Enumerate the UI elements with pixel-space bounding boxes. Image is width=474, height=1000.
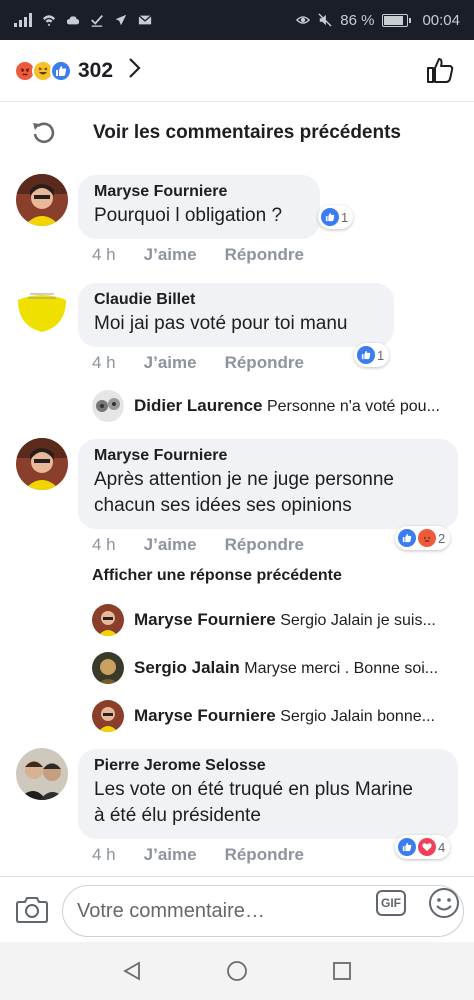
comment-author[interactable]: Pierre Jerome Selosse <box>94 757 442 775</box>
signal-icon <box>14 13 32 27</box>
wifi-icon <box>42 15 56 27</box>
comment-text: Pourquoi l obligation ? <box>94 205 283 226</box>
refresh-icon <box>33 122 55 144</box>
comment-text-line: Après attention je ne juge personne <box>94 469 394 490</box>
reply-snippet: Maryse Fourniere Sergio Jalain bonne... <box>134 706 435 726</box>
reply-button[interactable]: Répondre <box>225 845 304 865</box>
emoji-icon[interactable] <box>428 887 460 919</box>
reply-text: Personne n'a voté pou... <box>266 398 440 415</box>
chevron-right-icon[interactable] <box>127 57 141 85</box>
battery-percent: 86 % <box>340 11 375 29</box>
comment-author[interactable]: Maryse Fourniere <box>94 447 442 465</box>
comment-text-line: chacun ses idées ses opinions <box>94 495 352 516</box>
reaction-count: 302 <box>78 58 114 82</box>
avatar[interactable] <box>92 700 124 732</box>
reply-snippet: Didier Laurence Personne n'a voté pou... <box>134 396 440 416</box>
like-reaction-icon <box>398 529 416 547</box>
like-reaction-icon <box>50 59 72 82</box>
comment-time: 4 h <box>92 245 116 264</box>
comment-actions: 4 h J’aime Répondre <box>92 245 304 265</box>
comment-text: Moi jai pas voté pour toi manu <box>94 313 348 334</box>
like-reaction-icon <box>321 208 339 226</box>
reactions-summary[interactable]: 302 <box>0 40 474 102</box>
comment-bubble[interactable]: Pierre Jerome Selosse Les vote on été tr… <box>78 749 458 839</box>
comment-time: 4 h <box>92 535 116 554</box>
reply-snippet: Maryse Fourniere Sergio Jalain je suis..… <box>134 610 436 630</box>
love-reaction-icon <box>418 838 436 856</box>
angry-reaction-icon <box>418 529 436 547</box>
comment-text-line: à été élu présidente <box>94 805 261 826</box>
avatar[interactable] <box>16 748 68 800</box>
view-previous-comments-label: Voir les commentaires précédents <box>93 122 401 143</box>
like-reaction-icon <box>357 346 375 364</box>
reply-snippet: Sergio Jalain Maryse merci . Bonne soi..… <box>134 658 438 678</box>
status-bar: 86 % 00:04 <box>0 0 474 40</box>
mute-icon <box>318 13 332 27</box>
system-nav-bar <box>0 942 474 1000</box>
reply-author[interactable]: Maryse Fourniere <box>134 610 276 629</box>
comment-bubble[interactable]: Maryse Fourniere Après attention je ne j… <box>78 439 458 529</box>
reaction-count: 1 <box>377 347 385 363</box>
like-outline-icon[interactable] <box>426 56 454 84</box>
avatar[interactable] <box>16 438 68 490</box>
gif-button[interactable]: GIF <box>376 890 406 916</box>
camera-icon[interactable] <box>16 895 48 923</box>
reply-author[interactable]: Didier Laurence <box>134 396 263 415</box>
clock: 00:04 <box>422 11 460 29</box>
comment-time: 4 h <box>92 353 116 372</box>
reaction-count: 2 <box>438 530 446 546</box>
reply-text: Maryse merci . Bonne soi... <box>244 660 439 677</box>
airplane-icon <box>115 14 127 26</box>
comment-actions: 4 h J’aime Répondre <box>92 535 304 555</box>
avatar[interactable] <box>16 174 68 226</box>
comment-reactions[interactable]: 2 <box>395 526 451 550</box>
avatar[interactable] <box>92 390 124 422</box>
comment-time: 4 h <box>92 845 116 864</box>
reply-preview[interactable]: Maryse Fourniere Sergio Jalain bonne... <box>92 700 462 732</box>
reply-preview[interactable]: Sergio Jalain Maryse merci . Bonne soi..… <box>92 652 462 684</box>
reaction-count: 1 <box>341 209 349 225</box>
show-previous-reply-link[interactable]: Afficher une réponse précédente <box>92 567 342 585</box>
comment-text-line: Les vote on été truqué en plus Marine <box>94 779 413 800</box>
like-button[interactable]: J’aime <box>144 245 197 265</box>
back-icon[interactable] <box>121 960 143 982</box>
reply-text: Sergio Jalain bonne... <box>280 708 435 725</box>
reply-button[interactable]: Répondre <box>225 535 304 555</box>
cloud-icon <box>66 16 80 25</box>
comment-input-placeholder: Votre commentaire… <box>77 899 265 922</box>
reply-preview[interactable]: Didier Laurence Personne n'a voté pou... <box>92 390 462 422</box>
reply-preview[interactable]: Maryse Fourniere Sergio Jalain je suis..… <box>92 604 462 636</box>
reply-button[interactable]: Répondre <box>225 353 304 373</box>
comment-actions: 4 h J’aime Répondre <box>92 353 304 373</box>
comment-reactions[interactable]: 1 <box>354 343 390 367</box>
comment-author[interactable]: Maryse Fourniere <box>94 183 304 201</box>
battery-icon <box>382 13 412 27</box>
like-button[interactable]: J’aime <box>144 535 197 555</box>
comment-reactions[interactable]: 4 <box>395 835 451 859</box>
like-button[interactable]: J’aime <box>144 353 197 373</box>
check-icon <box>91 15 103 27</box>
comment-actions: 4 h J’aime Répondre <box>92 845 304 865</box>
home-icon[interactable] <box>226 960 248 982</box>
view-previous-comments[interactable]: Voir les commentaires précédents <box>0 110 474 156</box>
reply-author[interactable]: Sergio Jalain <box>134 658 240 677</box>
mail-icon <box>138 15 152 25</box>
battery-fill <box>384 15 403 25</box>
comment-composer: Votre commentaire… GIF <box>0 876 474 942</box>
reply-author[interactable]: Maryse Fourniere <box>134 706 276 725</box>
avatar[interactable] <box>92 652 124 684</box>
avatar[interactable] <box>92 604 124 636</box>
comment-reactions[interactable]: 1 <box>318 205 354 229</box>
avatar[interactable] <box>16 282 68 334</box>
reply-text: Sergio Jalain je suis... <box>280 612 436 629</box>
like-button[interactable]: J’aime <box>144 845 197 865</box>
comment-author[interactable]: Claudie Billet <box>94 291 378 309</box>
reaction-count: 4 <box>438 839 446 855</box>
comment-bubble[interactable]: Maryse Fourniere Pourquoi l obligation ? <box>78 175 320 239</box>
eye-icon <box>296 16 311 24</box>
recents-icon[interactable] <box>331 960 353 982</box>
comment-bubble[interactable]: Claudie Billet Moi jai pas voté pour toi… <box>78 283 394 347</box>
reply-button[interactable]: Répondre <box>225 245 304 265</box>
like-reaction-icon <box>398 838 416 856</box>
